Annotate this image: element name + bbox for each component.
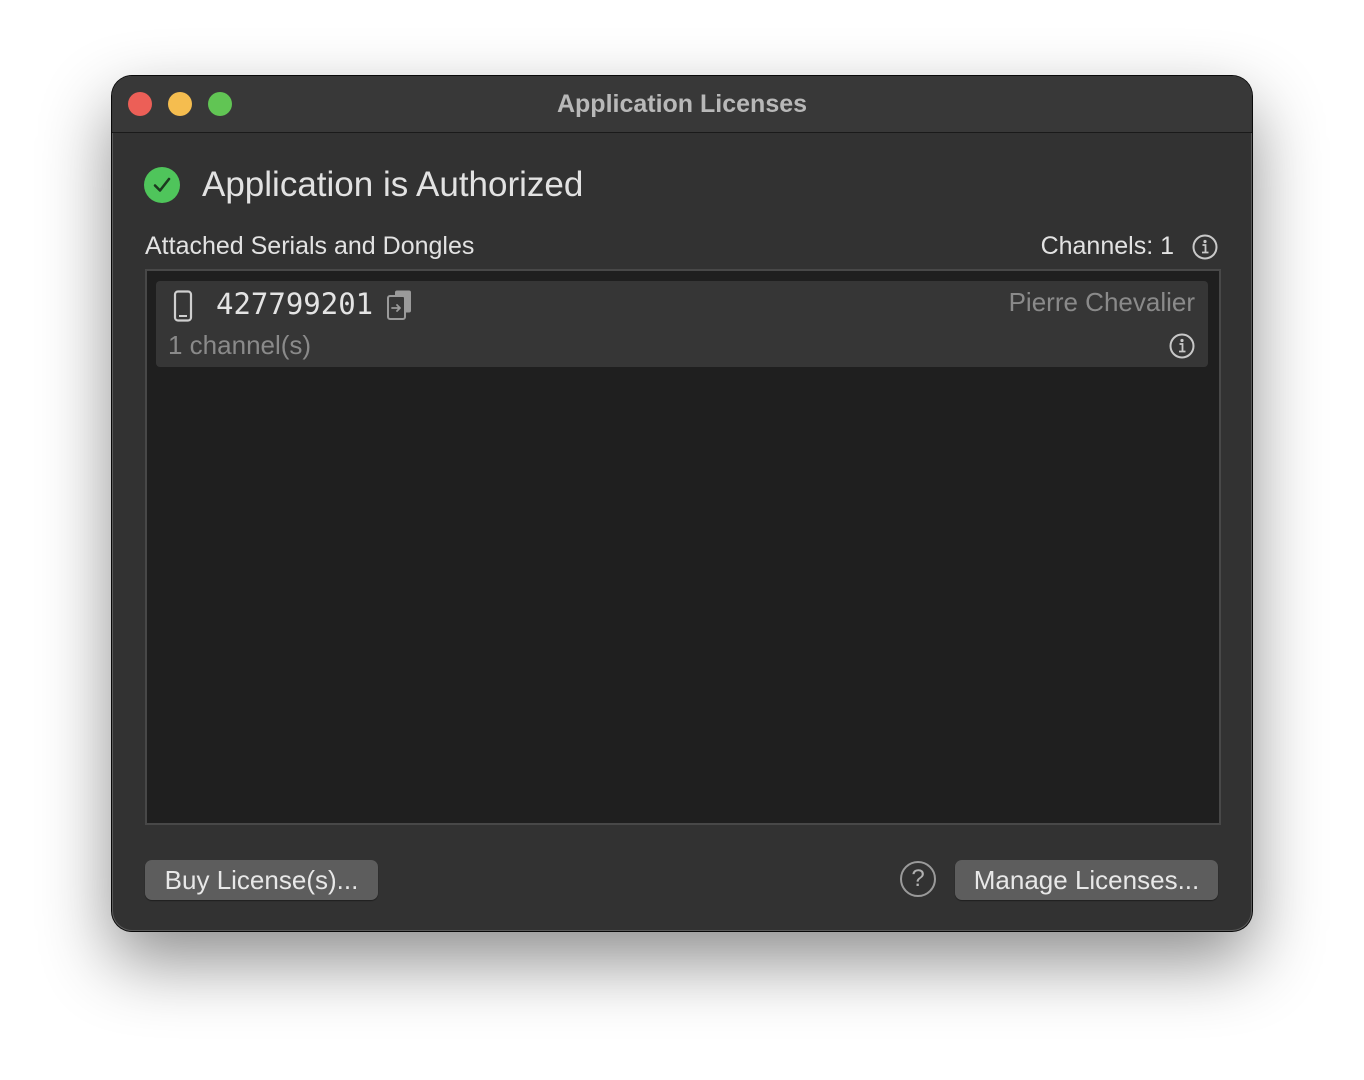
info-icon[interactable] — [1169, 333, 1195, 364]
license-owner: Pierre Chevalier — [1008, 287, 1195, 317]
buy-licenses-button[interactable]: Buy License(s)... — [145, 860, 378, 900]
status-text: Application is Authorized — [202, 165, 584, 204]
help-button[interactable]: ? — [900, 861, 936, 897]
check-circle-icon — [144, 167, 180, 203]
window-title: Application Licenses — [556, 90, 808, 118]
manage-licenses-button[interactable]: Manage Licenses... — [955, 860, 1218, 900]
license-channels: 1 channel(s) — [168, 330, 312, 360]
channels-total-label: Channels: 1 — [1040, 232, 1174, 260]
title-bar[interactable]: Application Licenses — [112, 76, 1252, 133]
info-icon[interactable] — [1192, 234, 1218, 265]
phone-device-icon — [173, 290, 193, 327]
serial-number: 427799201 — [216, 287, 374, 321]
license-row[interactable]: 427799201 Pierre Chevalier 1 channel(s) — [156, 281, 1208, 367]
copy-icon[interactable] — [386, 289, 414, 326]
attached-serials-label: Attached Serials and Dongles — [145, 232, 475, 260]
serials-list[interactable]: 427799201 Pierre Chevalier 1 channel(s) — [145, 269, 1221, 825]
authorization-status: Application is Authorized — [144, 165, 584, 204]
application-licenses-window: Application Licenses Application is Auth… — [112, 76, 1252, 931]
